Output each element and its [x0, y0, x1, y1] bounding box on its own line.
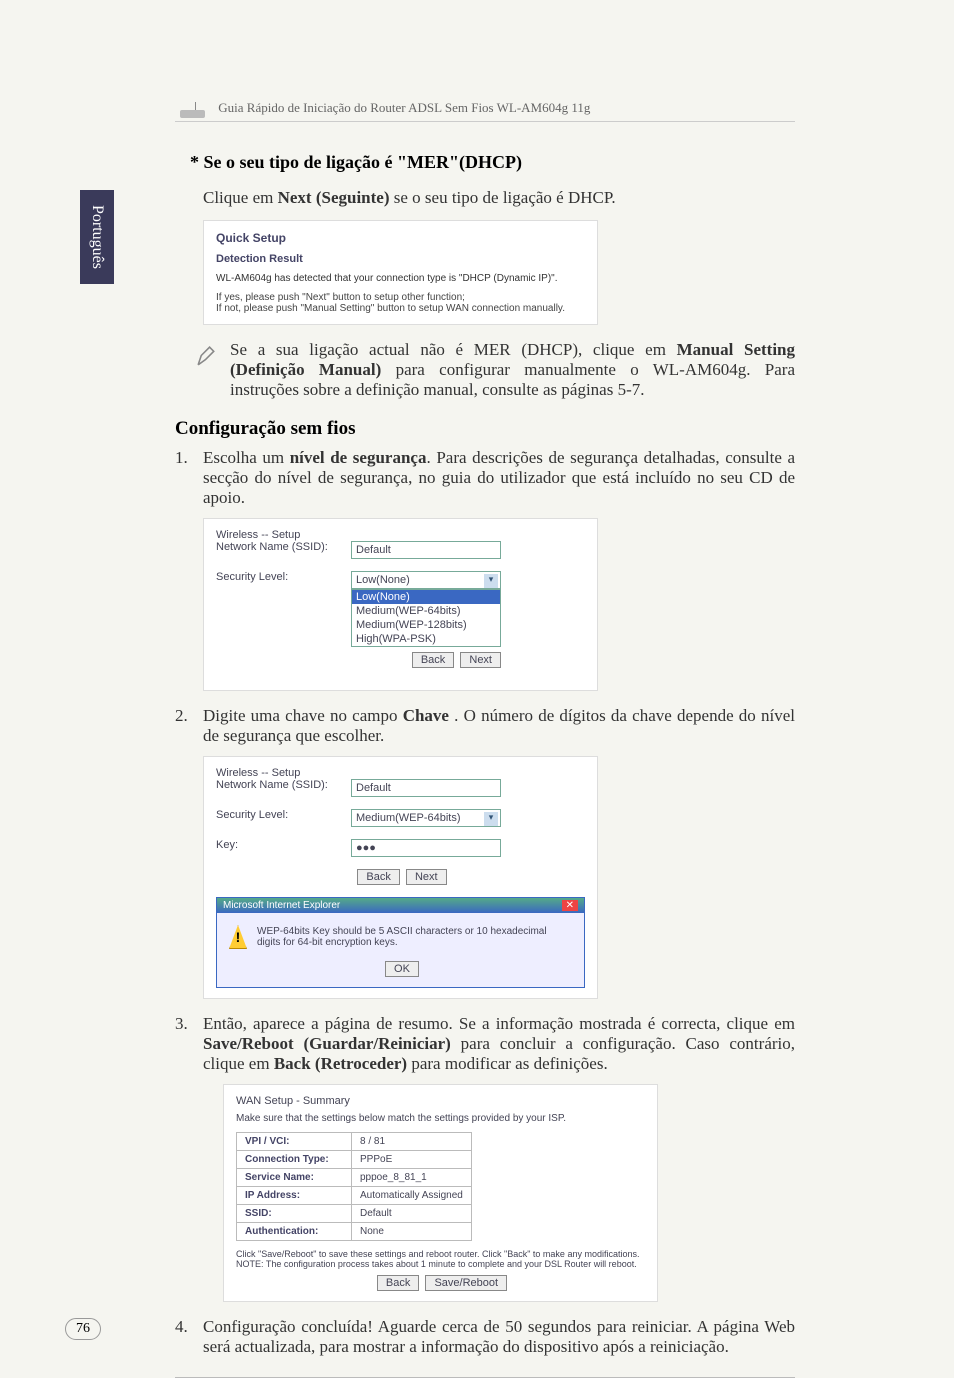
ssid-label-2: Network Name (SSID): [216, 779, 351, 791]
table-row: SSID:Default [237, 1205, 472, 1223]
table-row: Service Name:pppoe_8_81_1 [237, 1169, 472, 1187]
quicksetup-detected: WL-AM604g has detected that your connect… [216, 273, 585, 284]
wireless-setup-1: Wireless -- Setup Network Name (SSID): D… [203, 518, 598, 691]
header-bar: Guia Rápido de Iniciação do Router ADSL … [175, 100, 795, 122]
next-button-2[interactable]: Next [406, 869, 447, 885]
key-input[interactable]: ●●● [351, 839, 501, 857]
wireless1-title: Wireless -- Setup [216, 529, 585, 541]
quicksetup-subtitle: Detection Result [216, 253, 585, 265]
page-number: 76 [65, 1318, 101, 1340]
pencil-icon [195, 343, 220, 368]
quicksetup-screenshot: Quick Setup Detection Result WL-AM604g h… [203, 220, 598, 325]
language-tab: Português [80, 190, 114, 284]
ssid-input[interactable]: Default [351, 541, 501, 559]
quicksetup-title: Quick Setup [216, 231, 585, 245]
router-icon [175, 100, 210, 118]
savereboot-button[interactable]: Save/Reboot [425, 1275, 507, 1291]
summary-title: WAN Setup - Summary [236, 1095, 645, 1107]
security-label-2: Security Level: [216, 809, 351, 821]
key-label: Key: [216, 839, 351, 851]
back-button-3[interactable]: Back [377, 1275, 419, 1291]
page-content: Guia Rápido de Iniciação do Router ADSL … [175, 100, 795, 1378]
table-row: IP Address:Automatically Assigned [237, 1187, 472, 1205]
click-next-text: Clique em Next (Seguinte) se o seu tipo … [203, 188, 795, 208]
summary-note: Click "Save/Reboot" to save these settin… [236, 1249, 645, 1269]
header-text: Guia Rápido de Iniciação do Router ADSL … [218, 100, 590, 115]
back-button-2[interactable]: Back [357, 869, 399, 885]
security-dropdown[interactable]: Low(None) ▾ [351, 571, 501, 589]
wireless2-title: Wireless -- Setup [216, 767, 585, 779]
manual-setting-note: Se a sua ligação actual não é MER (DHCP)… [230, 340, 795, 400]
opt-wpapsk[interactable]: High(WPA-PSK) [352, 632, 500, 646]
security-label: Security Level: [216, 571, 351, 583]
step-4: 4. Configuração concluída! Aguarde cerca… [175, 1317, 795, 1357]
summary-table: VPI / VCI:8 / 81 Connection Type:PPPoE S… [236, 1132, 472, 1241]
dialog-message: WEP-64bits Key should be 5 ASCII charact… [257, 926, 572, 948]
close-icon[interactable]: ✕ [562, 900, 578, 911]
step-2: 2. Digite uma chave no campo Chave . O n… [175, 706, 795, 746]
security-dropdown-2[interactable]: Medium(WEP-64bits) ▾ [351, 809, 501, 827]
quicksetup-hint2: If not, please push "Manual Setting" but… [216, 303, 585, 314]
table-row: VPI / VCI:8 / 81 [237, 1133, 472, 1151]
chevron-down-icon: ▾ [484, 574, 498, 588]
ie-dialog: Microsoft Internet Explorer ✕ ! WEP-64bi… [216, 897, 585, 988]
table-row: Connection Type:PPPoE [237, 1151, 472, 1169]
warning-icon: ! [229, 925, 247, 949]
wan-summary-screenshot: WAN Setup - Summary Make sure that the s… [223, 1084, 658, 1302]
ssid-label: Network Name (SSID): [216, 541, 351, 553]
opt-wep128[interactable]: Medium(WEP-128bits) [352, 618, 500, 632]
back-button[interactable]: Back [412, 652, 454, 668]
star-heading: * Se o seu tipo de ligação é "MER"(DHCP) [190, 152, 795, 173]
chevron-down-icon: ▾ [484, 812, 498, 826]
summary-intro: Make sure that the settings below match … [236, 1113, 645, 1124]
dialog-title-text: Microsoft Internet Explorer [223, 900, 340, 911]
opt-low-none[interactable]: Low(None) [352, 590, 500, 604]
step-3: 3. Então, aparece a página de resumo. Se… [175, 1014, 795, 1074]
quicksetup-hint1: If yes, please push "Next" button to set… [216, 292, 585, 303]
wireless-config-header: Configuração sem fios [175, 418, 795, 440]
ssid-input-2[interactable]: Default [351, 779, 501, 797]
ok-button[interactable]: OK [385, 961, 419, 977]
next-button[interactable]: Next [460, 652, 501, 668]
opt-wep64[interactable]: Medium(WEP-64bits) [352, 604, 500, 618]
step-1: 1. Escolha um nível de segurança. Para d… [175, 448, 795, 508]
wireless-setup-2: Wireless -- Setup Network Name (SSID): D… [203, 756, 598, 999]
security-options: Low(None) Medium(WEP-64bits) Medium(WEP-… [351, 589, 501, 647]
table-row: Authentication:None [237, 1223, 472, 1241]
